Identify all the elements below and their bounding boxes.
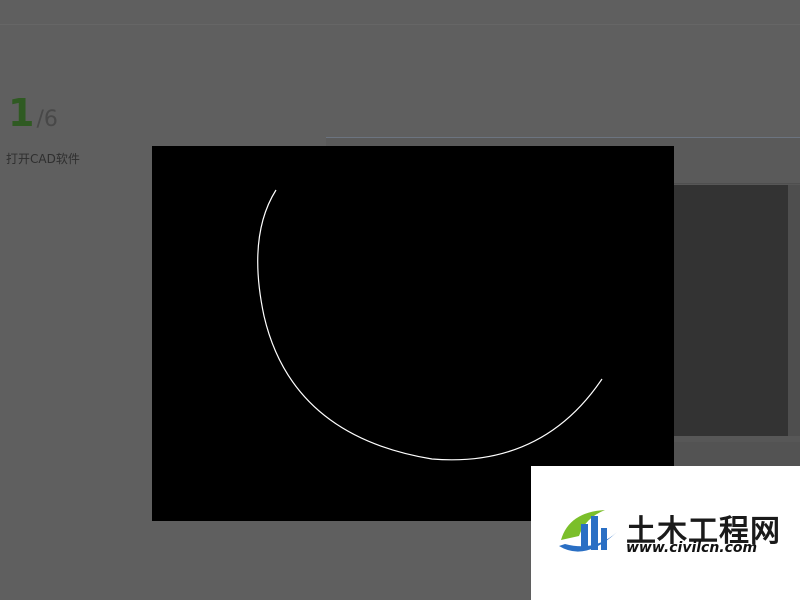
watermark-url: www.civilcn.com — [626, 540, 758, 556]
cad-drawing-area — [672, 185, 788, 436]
step-counter: 1 / 6 — [8, 94, 58, 132]
civilcn-logo-icon — [559, 510, 617, 552]
step-current-number: 1 — [8, 91, 35, 135]
step-total-number: 6 — [43, 107, 58, 132]
arc-drawing — [257, 189, 603, 461]
image-viewer-modal[interactable] — [152, 146, 674, 521]
arc-curve — [257, 189, 603, 461]
top-divider — [0, 24, 800, 25]
step-separator: / — [36, 107, 44, 132]
step-caption: 打开CAD软件 — [6, 152, 80, 166]
site-watermark: 土木工程网 www.civilcn.com — [531, 466, 800, 600]
cad-status-bar — [672, 442, 800, 468]
cad-side-toolbar — [788, 185, 800, 436]
